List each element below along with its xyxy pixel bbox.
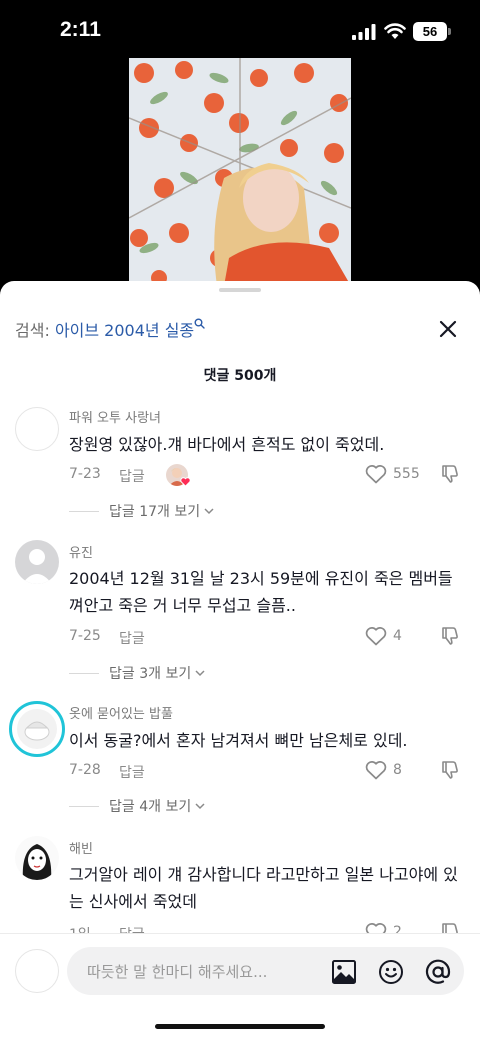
view-replies-button[interactable]: 답글 3개 보기 xyxy=(69,663,205,683)
search-term-link[interactable]: 아이브 2004년 실종 xyxy=(55,321,194,340)
divider-line xyxy=(69,672,99,674)
dislike-icon[interactable] xyxy=(440,463,461,484)
comment-count: 댓글 500개 xyxy=(203,368,277,384)
signal-icon xyxy=(352,24,376,40)
dislike-icon[interactable] xyxy=(440,759,461,780)
comment-username[interactable]: 해빈 xyxy=(69,838,93,857)
close-icon[interactable] xyxy=(436,317,460,341)
like-count: 8 xyxy=(393,762,402,778)
chevron-down-icon xyxy=(204,507,214,514)
avatar[interactable] xyxy=(9,701,65,757)
avatar[interactable] xyxy=(15,407,59,451)
image-icon[interactable] xyxy=(331,959,357,985)
emoji-icon[interactable] xyxy=(378,959,404,985)
divider-line xyxy=(69,805,99,807)
divider-line xyxy=(69,510,99,512)
heart-outline-icon[interactable] xyxy=(365,464,387,484)
mention-icon[interactable] xyxy=(425,959,451,985)
comment-date: 7-23 xyxy=(69,466,101,482)
like-count: 555 xyxy=(393,466,420,482)
comment-item: 옷에 묻어있는 밥풀 이서 동굴?에서 혼자 남겨져서 뼈만 남은체로 있데. … xyxy=(0,701,480,821)
search-icon xyxy=(194,318,205,329)
avatar[interactable] xyxy=(15,540,59,584)
heart-outline-icon[interactable] xyxy=(365,626,387,646)
chevron-down-icon xyxy=(195,669,205,676)
search-prefix: 검색: xyxy=(15,321,50,340)
comments-sheet: 검색: 아이브 2004년 실종 댓글 500개 파워 오투 사랑녀 장원영 있… xyxy=(0,281,480,1039)
heart-outline-icon[interactable] xyxy=(365,760,387,780)
comment-input-bar: 따듯한 말 한마디 해주세요... xyxy=(0,933,480,1039)
chevron-down-icon xyxy=(195,802,205,809)
dislike-icon[interactable] xyxy=(440,625,461,646)
wifi-icon xyxy=(384,23,406,39)
creator-heart-icon xyxy=(180,477,191,487)
home-indicator xyxy=(155,1024,325,1029)
avatar[interactable] xyxy=(15,836,59,880)
comment-username[interactable]: 유진 xyxy=(69,542,93,561)
my-avatar[interactable] xyxy=(15,949,59,993)
comment-username[interactable]: 파워 오투 사랑녀 xyxy=(69,407,161,426)
battery-tip xyxy=(448,28,451,35)
comment-text: 그거알아 레이 걔 감사합니다 라고만하고 일본 나고야에 있는 신사에서 죽었… xyxy=(69,865,458,911)
video-thumbnail[interactable] xyxy=(129,58,351,286)
comment-item: 해빈 그거알아 레이 걔 감사합니다 라고만하고 일본 나고야에 있는 신사에서… xyxy=(0,836,480,946)
comment-item: 유진 2004년 12월 31일 날 23시 59분에 유진이 죽은 멤버들 껴… xyxy=(0,540,480,690)
drag-handle[interactable] xyxy=(219,288,261,292)
status-time: 2:11 xyxy=(60,18,101,41)
battery-indicator: 56 xyxy=(413,22,447,41)
comment-input-placeholder: 따듯한 말 한마디 해주세요... xyxy=(87,963,268,981)
comment-text: 이서 동굴?에서 혼자 남겨져서 뼈만 남은체로 있데. xyxy=(69,731,408,750)
comment-date: 7-28 xyxy=(69,762,101,778)
video-image xyxy=(129,58,351,286)
comment-username[interactable]: 옷에 묻어있는 밥풀 xyxy=(69,703,173,722)
comment-text: 장원영 있잖아.걔 바다에서 흔적도 없이 죽었데. xyxy=(69,435,385,454)
like-count: 4 xyxy=(393,628,402,644)
reply-button[interactable]: 답글 xyxy=(119,628,145,648)
comment-item: 파워 오투 사랑녀 장원영 있잖아.걔 바다에서 흔적도 없이 죽었데. 7-2… xyxy=(0,405,480,525)
comment-input[interactable]: 따듯한 말 한마디 해주세요... xyxy=(67,947,464,995)
reply-button[interactable]: 답글 xyxy=(119,466,145,486)
view-replies-button[interactable]: 답글 4개 보기 xyxy=(69,796,205,816)
view-replies-label: 답글 17개 보기 xyxy=(109,504,201,520)
view-replies-button[interactable]: 답글 17개 보기 xyxy=(69,501,214,521)
search-suggestion[interactable]: 검색: 아이브 2004년 실종 xyxy=(15,317,205,341)
view-replies-label: 답글 4개 보기 xyxy=(109,799,192,815)
status-bar: 2:11 56 xyxy=(0,0,480,60)
reply-button[interactable]: 답글 xyxy=(119,762,145,782)
view-replies-label: 답글 3개 보기 xyxy=(109,666,192,682)
comment-date: 7-25 xyxy=(69,628,101,644)
comment-text: 2004년 12월 31일 날 23시 59분에 유진이 죽은 멤버들 껴안고 … xyxy=(69,569,453,615)
